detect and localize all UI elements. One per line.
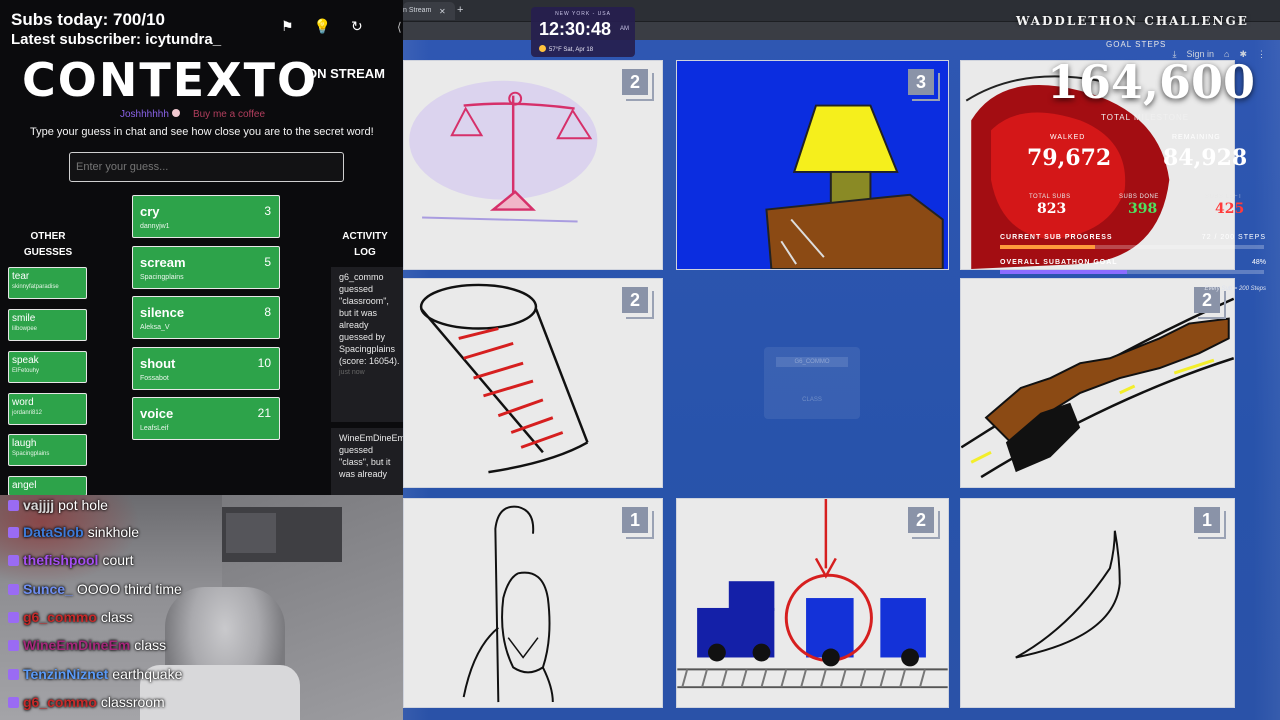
top-guess-item: shout Fossabot 10 <box>132 347 280 390</box>
guess-input[interactable] <box>69 152 344 182</box>
overall-goal-progress-bar <box>1000 270 1264 274</box>
chat-message: DataSlob sinkhole <box>8 524 139 546</box>
browser-tab[interactable]: n Stream ✕ <box>403 2 455 20</box>
chat-message: g6_commo classroom <box>8 694 165 716</box>
guess-count-badge: 2 <box>908 507 940 539</box>
sun-icon <box>539 45 546 52</box>
other-guess-item: smile lilbowpee <box>8 309 87 341</box>
lightbulb-icon[interactable]: 💡 <box>314 18 331 35</box>
chat-message: g6_commo class <box>8 609 133 631</box>
guess-count-badge: 1 <box>1194 507 1226 539</box>
guess-count-badge: 3 <box>908 69 940 101</box>
other-guesses-title: OTHER GUESSES <box>23 231 73 258</box>
twitch-icon <box>8 527 19 538</box>
flag-icon[interactable]: ⚑ <box>281 18 294 35</box>
waddlethon-title: WADDLETHON CHALLENGE <box>1016 14 1249 28</box>
latest-subscriber: Latest subscriber: icytundra_ <box>11 31 222 48</box>
walked-value: 79,672 <box>1027 145 1112 171</box>
heart-icon <box>171 109 180 117</box>
subs-done-value: 398 <box>1128 201 1158 217</box>
twitch-icon <box>8 584 19 595</box>
top-guess-item: silence Aleksa_V 8 <box>132 296 280 339</box>
new-tab-icon[interactable]: + <box>457 4 463 16</box>
drawing-tile-crack[interactable]: 2 <box>960 278 1235 488</box>
credit-user-link[interactable]: Joshhhhhh <box>120 109 169 120</box>
twitch-icon <box>8 640 19 651</box>
top-guess-item: voice LeafsLeif 21 <box>132 397 280 440</box>
buy-coffee-link[interactable]: Buy me a coffee <box>193 109 265 120</box>
other-guess-item: word jordanri812 <box>8 393 87 425</box>
subs-left-value: 425 <box>1215 201 1245 217</box>
instructions-text: Type your guess in chat and see how clos… <box>30 126 374 138</box>
guess-count-badge: 2 <box>622 287 654 319</box>
clock-time: 12:30:48 <box>539 19 612 39</box>
stream-layout: n Stream ✕ + ⤓ Sign in ⌂ ✱ ⋮ 2 3 2 G6_CO… <box>0 0 1280 720</box>
twitch-icon <box>8 697 19 708</box>
other-guess-item: laugh Spacingplains <box>8 434 87 466</box>
other-guess-item: tear skinnyfatparadise <box>8 267 87 299</box>
total-subs-value: 823 <box>1037 201 1067 217</box>
total-steps: 164,600 <box>1047 55 1256 109</box>
waddlethon-stats: WADDLETHON CHALLENGE GOAL STEPS 164,600 … <box>1000 14 1266 292</box>
drawing-board: n Stream ✕ + ⤓ Sign in ⌂ ✱ ⋮ 2 3 2 G6_CO… <box>403 0 1280 720</box>
guess-count-badge: 1 <box>622 507 654 539</box>
remaining-value: 84,928 <box>1163 145 1248 171</box>
close-tab-icon[interactable]: ✕ <box>439 7 446 16</box>
refresh-icon[interactable]: ↻ <box>351 18 363 35</box>
top-guess-item: scream Spacingplains 5 <box>132 246 280 289</box>
drawing-tile-old-man[interactable]: 1 <box>403 498 663 708</box>
current-guess-card: G6_COMMO CLASS <box>764 347 860 419</box>
activity-entry: WineEmDineEm guessed "class", but it was… <box>331 428 403 495</box>
twitch-icon <box>8 555 19 566</box>
other-guess-item: speak ElFetouhy <box>8 351 87 383</box>
chat-message: WineEmDineEm class <box>8 637 166 659</box>
guess-count-badge: 2 <box>622 69 654 101</box>
top-guess-item: cry dannyjw1 3 <box>132 195 280 238</box>
contexto-panel: Subs today: 700/10 Latest subscriber: ic… <box>0 0 403 496</box>
drawing-tile-curve[interactable]: 1 <box>960 498 1235 708</box>
twitch-icon <box>8 612 19 623</box>
twitch-icon <box>8 669 19 680</box>
drawing-tile-train[interactable]: 2 <box>676 498 949 708</box>
chat-message: vajjjj pot hole <box>8 497 108 519</box>
current-sub-progress-bar <box>1000 245 1264 249</box>
subs-today: Subs today: 700/10 <box>11 10 166 29</box>
twitch-icon <box>8 500 19 511</box>
chat-message: thefishpool court <box>8 552 134 574</box>
activity-entry: g6_commo guessed "classroom", but it was… <box>331 267 403 422</box>
drawing-tile-lamp[interactable]: 3 <box>676 60 949 270</box>
contexto-logo: CONTEXTO <box>22 53 319 107</box>
chat-message: Sunce_ OOOO third time <box>8 581 182 603</box>
drawing-tile-scales[interactable]: 2 <box>403 60 663 270</box>
other-guess-item: angel <box>8 476 87 496</box>
chat-message: TenzinNiznet earthquake <box>8 666 182 688</box>
clock-widget: NEW YORK - USA 12:30:48 AM 57°F Sat, Apr… <box>531 7 635 57</box>
drawing-tile-tube[interactable]: 2 <box>403 278 663 488</box>
activity-log-title: ACTIVITY LOG <box>342 231 388 258</box>
menu-icon[interactable]: ⟨ <box>397 20 402 34</box>
